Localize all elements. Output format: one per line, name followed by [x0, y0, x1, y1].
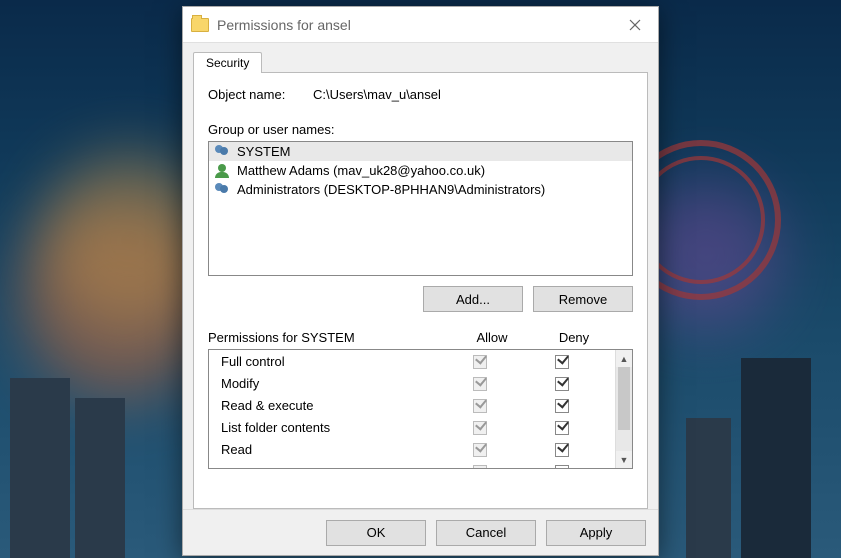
deny-cell — [521, 463, 603, 468]
permission-name: Modify — [221, 376, 439, 391]
permission-row: Read & execute — [209, 394, 615, 416]
user-icon — [215, 164, 231, 178]
ok-button[interactable]: OK — [326, 520, 426, 546]
permissions-box: Full control Modify Read & execute List fol… — [208, 349, 633, 469]
group-icon — [215, 145, 231, 159]
allow-cell — [439, 353, 521, 369]
allow-checkbox — [473, 355, 487, 369]
permission-name: List folder contents — [221, 420, 439, 435]
bg-building — [75, 398, 125, 558]
tab-strip: Security — [193, 49, 648, 73]
close-icon — [629, 19, 641, 31]
allow-checkbox — [473, 421, 487, 435]
permission-row-partial — [209, 460, 615, 468]
user-button-row: Add... Remove — [208, 286, 633, 312]
object-name-label: Object name: — [208, 87, 313, 102]
group-icon — [215, 183, 231, 197]
scroll-down-arrow[interactable]: ▼ — [616, 451, 632, 468]
deny-cell — [521, 441, 603, 457]
add-button[interactable]: Add... — [423, 286, 523, 312]
deny-checkbox[interactable] — [555, 421, 569, 435]
allow-cell — [439, 375, 521, 391]
deny-checkbox[interactable] — [555, 377, 569, 391]
object-name-row: Object name: C:\Users\mav_u\ansel — [208, 87, 633, 102]
user-listbox[interactable]: SYSTEM Matthew Adams (mav_uk28@yahoo.co.u… — [208, 141, 633, 276]
apply-button[interactable]: Apply — [546, 520, 646, 546]
allow-cell — [439, 397, 521, 413]
window-title: Permissions for ansel — [217, 17, 612, 33]
list-item-label: Administrators (DESKTOP-8PHHAN9\Administ… — [237, 182, 545, 197]
bg-building — [741, 358, 811, 558]
permissions-scrollbar[interactable]: ▲ ▼ — [615, 350, 632, 468]
deny-checkbox[interactable] — [555, 355, 569, 369]
bg-building — [10, 378, 70, 558]
tab-security[interactable]: Security — [193, 52, 262, 73]
deny-cell — [521, 353, 603, 369]
permission-row: List folder contents — [209, 416, 615, 438]
object-name-value: C:\Users\mav_u\ansel — [313, 87, 441, 102]
deny-checkbox[interactable] — [555, 465, 569, 468]
permission-name: Read & execute — [221, 398, 439, 413]
permission-row: Read — [209, 438, 615, 460]
permissions-for-label: Permissions for SYSTEM — [208, 330, 451, 345]
permission-row: Full control — [209, 350, 615, 372]
allow-cell — [439, 419, 521, 435]
deny-checkbox[interactable] — [555, 443, 569, 457]
allow-checkbox — [473, 443, 487, 457]
list-item[interactable]: SYSTEM — [209, 142, 632, 161]
group-user-label: Group or user names: — [208, 122, 633, 137]
dialog-body: Security Object name: C:\Users\mav_u\ans… — [183, 43, 658, 509]
list-item-label: Matthew Adams (mav_uk28@yahoo.co.uk) — [237, 163, 485, 178]
folder-icon — [191, 18, 209, 32]
dialog-footer: OK Cancel Apply — [183, 509, 658, 555]
close-button[interactable] — [612, 7, 658, 43]
list-item[interactable]: Matthew Adams (mav_uk28@yahoo.co.uk) — [209, 161, 632, 180]
deny-checkbox[interactable] — [555, 399, 569, 413]
titlebar: Permissions for ansel — [183, 7, 658, 43]
cancel-button[interactable]: Cancel — [436, 520, 536, 546]
remove-button[interactable]: Remove — [533, 286, 633, 312]
list-item-label: SYSTEM — [237, 144, 290, 159]
permissions-rows: Full control Modify Read & execute List fol… — [209, 350, 615, 468]
scroll-up-arrow[interactable]: ▲ — [616, 350, 632, 367]
allow-cell — [439, 441, 521, 457]
allow-checkbox — [473, 399, 487, 413]
tab-panel-security: Object name: C:\Users\mav_u\ansel Group … — [193, 72, 648, 509]
scroll-track[interactable] — [616, 367, 632, 451]
permission-name: Read — [221, 442, 439, 457]
permissions-dialog: Permissions for ansel Security Object na… — [182, 6, 659, 556]
deny-column-label: Deny — [533, 330, 615, 345]
deny-cell — [521, 419, 603, 435]
allow-checkbox — [473, 465, 487, 468]
list-item[interactable]: Administrators (DESKTOP-8PHHAN9\Administ… — [209, 180, 632, 199]
allow-column-label: Allow — [451, 330, 533, 345]
deny-cell — [521, 375, 603, 391]
bg-building — [686, 418, 731, 558]
allow-checkbox — [473, 377, 487, 391]
permission-row: Modify — [209, 372, 615, 394]
permission-name: Full control — [221, 354, 439, 369]
scroll-thumb[interactable] — [618, 367, 630, 430]
deny-cell — [521, 397, 603, 413]
allow-cell — [439, 463, 521, 468]
permissions-header: Permissions for SYSTEM Allow Deny — [208, 330, 633, 345]
